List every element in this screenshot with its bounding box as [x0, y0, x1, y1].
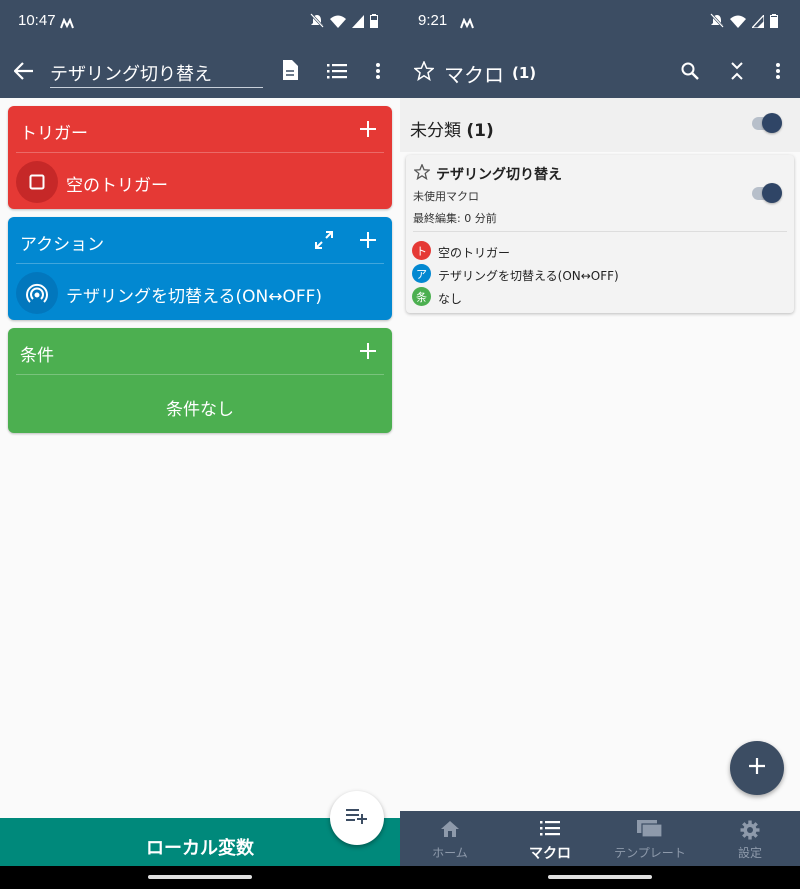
- action-card-title: アクション: [20, 235, 105, 255]
- list-icon: [500, 820, 600, 836]
- trigger-item[interactable]: 空のトリガー: [8, 153, 392, 209]
- nav-macro-label: マクロ: [529, 846, 571, 862]
- template-icon: [600, 820, 700, 838]
- home-icon: [400, 820, 500, 838]
- macro-condition-text: なし: [438, 292, 463, 306]
- document-icon[interactable]: [278, 58, 302, 82]
- nav-template[interactable]: テンプレート: [600, 811, 700, 866]
- expand-icon[interactable]: [314, 230, 334, 250]
- search-icon[interactable]: [678, 59, 702, 83]
- trigger-item-label: 空のトリガー: [66, 176, 168, 196]
- system-nav-bar: [400, 866, 800, 889]
- action-card: アクション テザリングを切替える(ON↔OFF): [8, 217, 392, 320]
- condition-card: 条件 条件なし: [8, 328, 392, 433]
- signal-icon: [750, 13, 765, 32]
- category-count: (1): [466, 121, 494, 141]
- wifi-icon: [730, 13, 746, 32]
- collapse-all-icon[interactable]: [725, 59, 749, 83]
- status-icons: [710, 13, 778, 32]
- nav-settings[interactable]: 設定: [700, 811, 800, 866]
- trigger-card: トリガー 空のトリガー: [8, 106, 392, 209]
- nav-macro[interactable]: マクロ: [500, 811, 600, 866]
- battery-icon: [370, 13, 378, 32]
- tethering-icon: [16, 272, 58, 314]
- playlist-add-icon: [346, 808, 368, 828]
- nav-template-label: テンプレート: [614, 846, 686, 860]
- app-bar: テザリング切り替え: [0, 44, 400, 98]
- macro-name: テザリング切り替え: [436, 167, 562, 183]
- nav-settings-label: 設定: [737, 846, 762, 860]
- nav-home-label: ホーム: [432, 846, 468, 860]
- macro-card[interactable]: テザリング切り替え 未使用マクロ 最終編集: 0 分前 ト 空のトリガー ア テ…: [406, 155, 794, 313]
- condition-badge: 条: [412, 287, 431, 306]
- category-name: 未分類 (1): [410, 116, 494, 141]
- top-bar: 9:21 マクロ (1): [400, 0, 800, 98]
- divider: [413, 231, 787, 232]
- condition-empty: 条件なし: [8, 375, 392, 431]
- back-arrow-icon[interactable]: [12, 59, 36, 83]
- app-notification-icon: [60, 14, 74, 33]
- home-gesture-pill[interactable]: [548, 875, 652, 879]
- macro-name-input[interactable]: テザリング切り替え: [50, 58, 263, 88]
- add-action-icon[interactable]: [358, 230, 378, 250]
- top-bar: 10:47 テザリング切り替え: [0, 0, 400, 98]
- more-vert-icon[interactable]: [366, 59, 390, 83]
- trigger-card-title: トリガー: [20, 124, 88, 144]
- app-bar: マクロ (1): [400, 44, 800, 98]
- condition-card-title: 条件: [20, 346, 54, 366]
- macro-count: (1): [512, 64, 537, 82]
- empty-trigger-icon: [16, 161, 58, 203]
- action-badge: ア: [412, 264, 431, 283]
- macro-category: 未使用マクロ: [413, 190, 479, 203]
- bottom-navigation: ホーム マクロ テンプレート 設定: [400, 811, 800, 866]
- condition-empty-label: 条件なし: [166, 400, 234, 420]
- wifi-icon: [330, 13, 346, 32]
- plus-icon: [749, 758, 765, 778]
- category-enable-toggle[interactable]: [750, 113, 784, 133]
- macro-trigger-text: 空のトリガー: [438, 246, 511, 260]
- status-bar: 10:47: [0, 0, 400, 44]
- silent-icon: [710, 13, 724, 32]
- status-bar: 9:21: [400, 0, 800, 44]
- favorite-star-icon[interactable]: [413, 163, 431, 181]
- status-time: 10:47: [18, 12, 56, 29]
- condition-card-header: 条件: [8, 328, 392, 375]
- home-gesture-pill[interactable]: [148, 875, 252, 879]
- app-notification-icon: [460, 14, 474, 33]
- action-item-label: テザリングを切替える(ON↔OFF): [66, 287, 323, 307]
- category-label: 未分類: [410, 121, 461, 141]
- page-title: マクロ: [444, 63, 504, 87]
- status-time: 9:21: [418, 12, 448, 29]
- macro-last-edited: 最終編集: 0 分前: [413, 212, 497, 225]
- system-nav-bar: [0, 866, 400, 889]
- battery-icon: [770, 13, 778, 32]
- favorite-star-icon[interactable]: [412, 59, 436, 83]
- status-icons: [310, 13, 378, 32]
- category-header[interactable]: 未分類 (1): [400, 98, 800, 152]
- add-to-list-fab[interactable]: [330, 791, 384, 845]
- more-vert-icon[interactable]: [766, 59, 790, 83]
- add-macro-fab[interactable]: [730, 741, 784, 795]
- action-item[interactable]: テザリングを切替える(ON↔OFF): [8, 264, 392, 320]
- add-condition-icon[interactable]: [358, 341, 378, 361]
- trigger-card-header: トリガー: [8, 106, 392, 153]
- trigger-badge: ト: [412, 241, 431, 260]
- edit-macro-screen: 10:47 テザリング切り替え トリガー 空のトリガー アクション テザリングを…: [0, 0, 400, 889]
- macro-action-text: テザリングを切替える(ON↔OFF): [438, 269, 619, 283]
- gear-icon: [700, 820, 800, 840]
- silent-icon: [310, 13, 324, 32]
- list-view-icon[interactable]: [325, 59, 349, 83]
- macro-enable-toggle[interactable]: [750, 183, 784, 203]
- signal-icon: [352, 13, 364, 32]
- action-card-header: アクション: [8, 217, 392, 264]
- nav-home[interactable]: ホーム: [400, 811, 500, 866]
- add-trigger-icon[interactable]: [358, 119, 378, 139]
